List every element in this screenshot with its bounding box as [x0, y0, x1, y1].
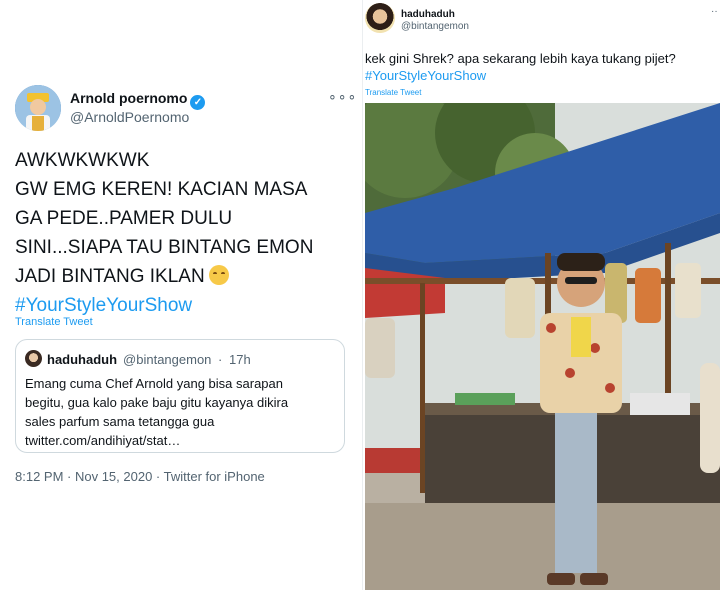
tweet-line: AWKWKWKWK [15, 150, 150, 171]
tweet-line: GW EMG KEREN! KACIAN MASA [15, 179, 308, 200]
roadside-stall-photo [365, 103, 720, 590]
quoted-name: haduhaduh [47, 352, 118, 367]
translate-tweet-link[interactable]: Translate Tweet [365, 88, 421, 97]
quoted-tweet[interactable]: haduhaduh @bintangemon · 17h Emang cuma C… [15, 339, 345, 453]
bintangemon-avatar[interactable] [365, 3, 395, 33]
translate-tweet-link[interactable]: Translate Tweet [15, 316, 93, 328]
author-display-name[interactable]: Arnold poernomo [70, 90, 187, 106]
tweet-text: AWKWKWKWK GW EMG KEREN! KACIAN MASA GA P… [15, 146, 355, 320]
verified-badge-icon: ✓ [190, 95, 206, 110]
author-name[interactable]: Arnold poernomo ✓ [70, 90, 206, 110]
avatar-illustration [15, 85, 61, 131]
tweet-line-last: JADI BINTANG IKLAN [15, 262, 355, 291]
tweet-line: GA PEDE..PAMER DULU [15, 208, 233, 229]
quoted-time: 17h [229, 352, 251, 367]
quoted-line: Emang cuma Chef Arnold yang bisa sarapan [25, 376, 283, 391]
author-handle[interactable]: @ArnoldPoernomo [70, 109, 189, 125]
quoted-header: haduhaduh @bintangemon · 17h [47, 352, 251, 367]
hashtag-link[interactable]: #YourStyleYourShow [365, 68, 486, 83]
quoted-avatar [25, 350, 42, 367]
tweet-line: SINI...SIAPA TAU BINTANG EMON [15, 237, 314, 258]
more-options-icon[interactable]: ·· [711, 6, 718, 17]
relieved-face-emoji-icon [208, 265, 229, 285]
author-handle[interactable]: @bintangemon [401, 21, 469, 32]
quoted-link[interactable]: twitter.com/andihiyat/stat… [25, 431, 337, 450]
tweet-timestamp[interactable]: 8:12 PM · Nov 15, 2020 · Twitter for iPh… [15, 469, 265, 484]
quoted-text: Emang cuma Chef Arnold yang bisa sarapan… [25, 374, 337, 450]
quoted-line: begitu, gua kalo pake baju gitu kayanya … [25, 395, 289, 410]
quoted-handle: @bintangemon [123, 352, 212, 367]
author-name[interactable]: haduhaduh [401, 9, 455, 20]
quoted-line: sales parfum sama tetangga gua [25, 414, 215, 429]
tweet-photo[interactable] [365, 103, 720, 590]
left-tweet: Arnold poernomo ✓ @ArnoldPoernomo ∘∘∘ AWK… [0, 0, 362, 590]
right-tweet: haduhaduh @bintangemon ·· kek gini Shrek… [363, 0, 720, 590]
more-options-icon[interactable]: ∘∘∘ [328, 88, 357, 105]
quoted-separator: · [218, 352, 223, 367]
arnold-avatar[interactable] [15, 85, 61, 131]
tweet-text: kek gini Shrek? apa sekarang lebih kaya … [365, 51, 676, 66]
tweet-line-text: JADI BINTANG IKLAN [15, 266, 205, 287]
